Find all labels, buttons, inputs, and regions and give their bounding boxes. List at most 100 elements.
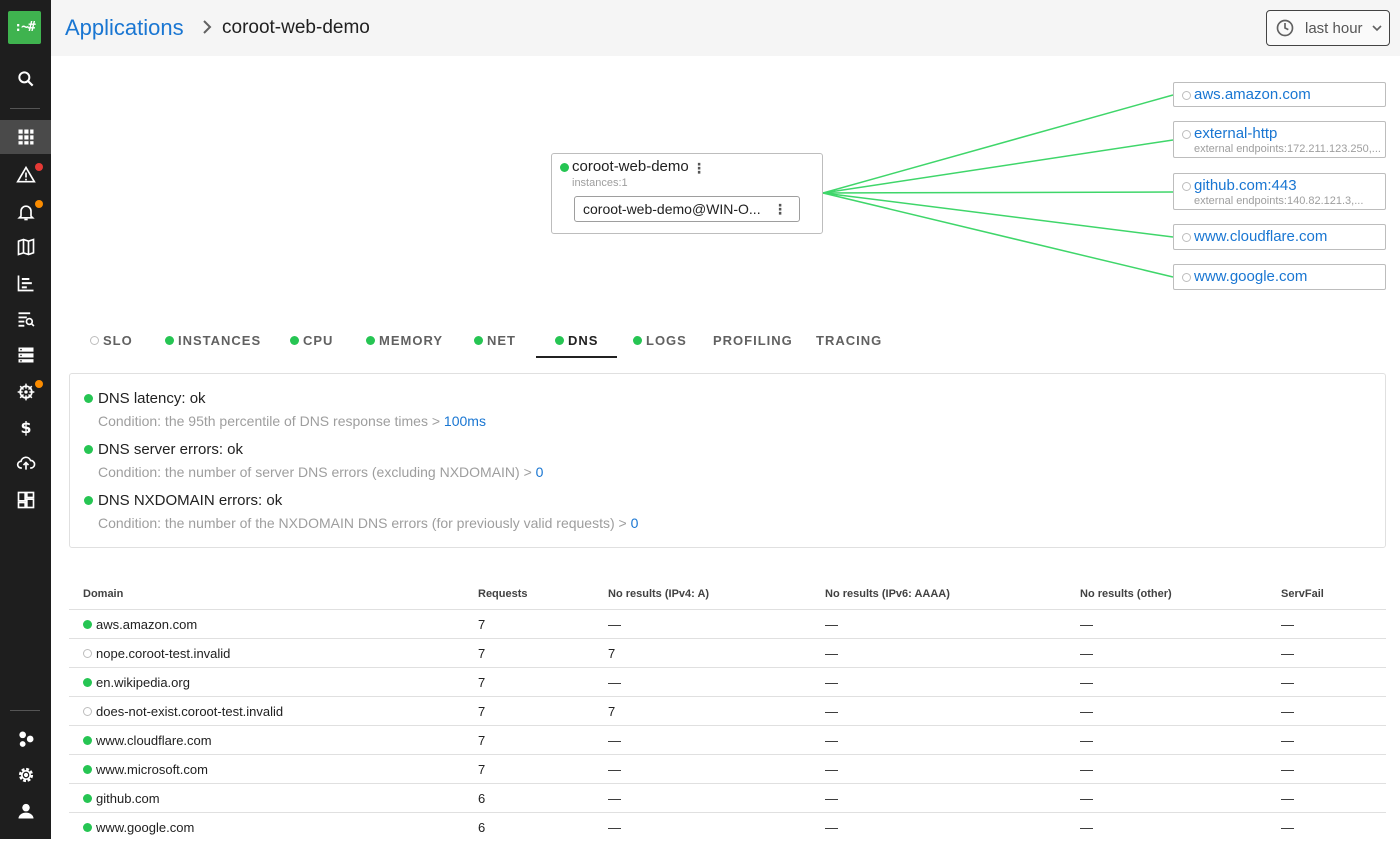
app-node[interactable]: coroot-web-demo ⋮ instances:1 coroot-web…: [551, 153, 823, 234]
status-dot-icon: [83, 736, 92, 745]
status-dot-icon: [290, 335, 299, 345]
integrations-icon[interactable]: [0, 722, 51, 756]
check-threshold-link[interactable]: 0: [536, 464, 544, 480]
chevron-down-icon: [1371, 25, 1382, 32]
tab-label: LOGS: [646, 332, 687, 348]
table-row: www.cloudflare.com 7 — — — —: [69, 725, 1386, 754]
dependency-name[interactable]: github.com:443: [1194, 177, 1297, 194]
cloud-upload-icon[interactable]: [0, 446, 51, 480]
table-cell: —: [1281, 820, 1294, 835]
table-cell: —: [1080, 646, 1093, 661]
breadcrumb-current: coroot-web-demo: [222, 17, 370, 38]
link-external-http: [822, 139, 1174, 194]
tab-label: MEMORY: [379, 332, 444, 348]
tab-profiling[interactable]: PROFILING: [713, 322, 793, 358]
cell-text: —: [608, 617, 621, 632]
time-range-picker[interactable]: last hour: [1266, 10, 1390, 46]
breadcrumb-applications-link[interactable]: Applications: [65, 15, 184, 41]
settings-icon[interactable]: [0, 758, 51, 792]
table-cell: 7: [478, 646, 485, 661]
check-title[interactable]: DNS latency: ok: [98, 390, 206, 407]
tab-logs[interactable]: LOGS: [633, 322, 687, 358]
user-icon[interactable]: [0, 794, 51, 828]
dependency-name[interactable]: www.cloudflare.com: [1194, 228, 1327, 245]
dependency-node[interactable]: external-http external endpoints:172.211…: [1173, 121, 1386, 158]
status-circle-icon: [1182, 91, 1191, 100]
dependency-node[interactable]: aws.amazon.com: [1173, 82, 1386, 107]
column-header[interactable]: Domain: [83, 588, 123, 600]
domain-cell: github.com: [83, 791, 160, 806]
check-threshold-link[interactable]: 100ms: [444, 413, 486, 429]
active-tab-indicator: [536, 356, 617, 358]
column-header[interactable]: ServFail: [1281, 588, 1324, 600]
tab-slo[interactable]: SLO: [90, 322, 133, 358]
sidebar-divider: [10, 710, 40, 711]
status-dot-icon: [83, 649, 92, 658]
cell-text: 7: [478, 675, 486, 690]
table-cell: —: [825, 704, 838, 719]
app-menu-icon[interactable]: ⋮: [692, 160, 706, 177]
table-cell: —: [1080, 733, 1093, 748]
link-aws: [822, 94, 1174, 194]
table-cell: —: [1281, 791, 1294, 806]
dependency-node[interactable]: www.google.com: [1173, 264, 1386, 290]
tab-dns[interactable]: DNS: [555, 322, 598, 358]
incidents-icon[interactable]: [0, 158, 51, 192]
dependency-name[interactable]: external-http: [1194, 125, 1277, 142]
tab-instances[interactable]: INSTANCES: [165, 322, 261, 358]
tab-label: NET: [487, 332, 516, 348]
table-cell: —: [825, 646, 838, 661]
search-icon[interactable]: [0, 62, 51, 96]
applications-icon[interactable]: [0, 120, 51, 154]
check-threshold-link[interactable]: 0: [631, 515, 639, 531]
dependency-name[interactable]: aws.amazon.com: [1194, 86, 1311, 103]
tab-memory[interactable]: MEMORY: [366, 322, 443, 358]
costs-icon[interactable]: $: [0, 410, 51, 444]
alerts-icon[interactable]: [0, 195, 51, 229]
dependency-node[interactable]: github.com:443 external endpoints:140.82…: [1173, 173, 1386, 210]
dashboards-icon[interactable]: [0, 483, 51, 517]
cell-text: —: [1281, 617, 1294, 632]
service-map-icon[interactable]: [0, 230, 51, 264]
check-title[interactable]: DNS NXDOMAIN errors: ok: [98, 492, 282, 509]
logs-icon[interactable]: [0, 302, 51, 336]
tab-label: CPU: [303, 332, 334, 348]
check-condition: Condition: the number of server DNS erro…: [98, 464, 536, 480]
cell-text: aws.amazon.com: [96, 617, 198, 632]
status-dot-icon: [474, 335, 483, 345]
table-cell: —: [825, 762, 838, 777]
instance-node[interactable]: coroot-web-demo@WIN-O... ⋮: [574, 196, 800, 222]
tab-net[interactable]: NET: [474, 322, 516, 358]
coroot-logo[interactable]: :~#: [8, 11, 41, 44]
cell-text: 7: [478, 704, 486, 719]
cell-text: —: [825, 762, 838, 777]
traces-icon[interactable]: [0, 266, 51, 300]
tab-tracing[interactable]: TRACING: [816, 322, 882, 358]
column-header[interactable]: No results (IPv4: A): [608, 588, 709, 600]
nodes-icon[interactable]: [0, 338, 51, 372]
table-cell: —: [825, 791, 838, 806]
kubernetes-icon[interactable]: [0, 375, 51, 409]
status-dot-icon: [555, 335, 564, 345]
column-header[interactable]: No results (IPv6: AAAA): [825, 588, 950, 600]
domain-cell: en.wikipedia.org: [83, 675, 190, 690]
app-node-name: coroot-web-demo: [572, 158, 689, 175]
check-title[interactable]: DNS server errors: ok: [98, 441, 243, 458]
tab-cpu[interactable]: CPU: [290, 322, 333, 358]
dependency-name[interactable]: www.google.com: [1194, 268, 1307, 285]
cell-text: —: [1080, 791, 1093, 806]
cell-text: —: [825, 704, 838, 719]
column-header[interactable]: Requests: [478, 588, 528, 600]
instance-menu-icon[interactable]: ⋮: [773, 197, 787, 221]
cell-text: does-not-exist.coroot-test.invalid: [96, 704, 284, 719]
incidents-badge: [35, 163, 43, 171]
alerts-badge: [35, 200, 43, 208]
table-cell: —: [1281, 762, 1294, 777]
cell-text: —: [608, 820, 621, 835]
cell-text: 6: [478, 820, 486, 835]
dependency-endpoints: external endpoints:172.211.123.250,...: [1194, 143, 1381, 155]
check-condition: Condition: the 95th percentile of DNS re…: [98, 413, 444, 429]
column-header[interactable]: No results (other): [1080, 588, 1172, 600]
status-dot-icon: [84, 496, 93, 505]
dependency-node[interactable]: www.cloudflare.com: [1173, 224, 1386, 250]
